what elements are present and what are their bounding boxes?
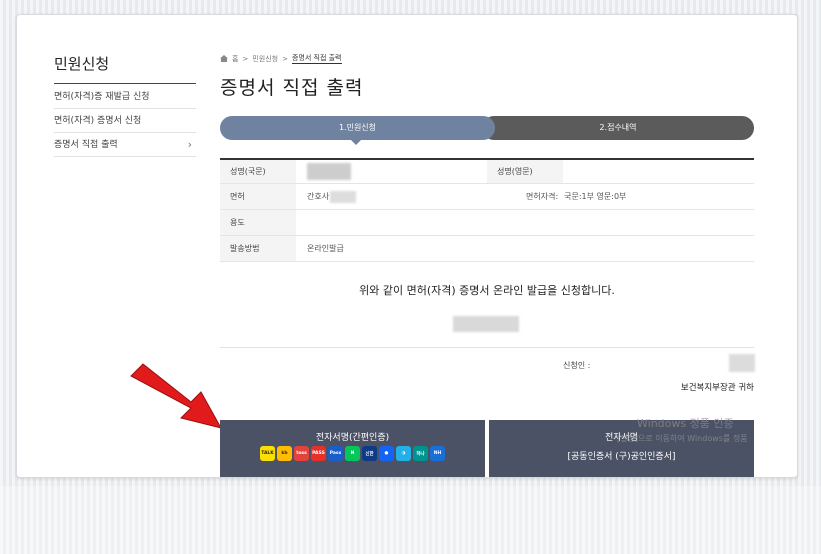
redacted-date [453,316,519,332]
table-row: 성명(국문) 성명(영문) [220,160,754,184]
name-kr-value [296,160,487,183]
auth-provider-icon[interactable]: ◑ [396,446,411,461]
page-title: 증명서 직접 출력 [220,77,364,99]
sidebar-item-direct-print[interactable]: 증명서 직접 출력 › [54,133,196,157]
redacted-applicant [729,354,755,372]
auth-provider-icon[interactable]: N [345,446,360,461]
auth-provider-icon[interactable]: 하나 [413,446,428,461]
application-info-table: 성명(국문) 성명(영문) 면허 간호사 면허자격: 국문:1부 영문:0부 용도… [220,158,754,262]
table-row: 면허 간호사 면허자격: 국문:1부 영문:0부 [220,184,754,210]
breadcrumb-separator: > [282,54,288,63]
name-en-label: 성명(영문) [487,160,563,183]
name-en-value [563,160,574,183]
sidebar-item-label: 면허(자격) 증명서 신청 [54,116,142,126]
redacted-license-number [330,190,357,203]
sidebar-title: 민원신청 [54,53,196,84]
auth-provider-icons: TALK kb toss PASS Pass N 신한 ● ◑ 하나 NH [220,446,485,461]
application-statement: 위와 같이 면허(자격) 증명서 온라인 발급을 신청합니다. [359,284,615,297]
table-row: 용도 [220,210,754,236]
sidebar-item-certificate-request[interactable]: 면허(자격) 증명서 신청 [54,109,196,133]
sidebar-menu: 면허(자격)증 재발급 신청 면허(자격) 증명서 신청 증명서 직접 출력 › [54,85,196,157]
qualification-value: 국문:1부 영문:0부 [564,192,627,201]
step-pointer [351,140,361,145]
certificate-sign-sublabel: [공동인증서 (구)공인인증서] [567,452,676,462]
home-icon[interactable] [220,55,228,62]
step-application: 1.민원신청 [220,116,495,140]
step-indicator: 2.접수내역 1.민원신청 [220,116,754,145]
auth-provider-icon[interactable]: PASS [311,446,326,461]
sidebar-item-label: 면허(자격)증 재발급 신청 [54,92,150,102]
table-row: 발송방법 온라인발급 [220,236,754,262]
auth-provider-icon[interactable]: toss [294,446,309,461]
addressee: 보건복지부장관 귀하 [680,383,754,393]
breadcrumb-current: 증명서 직접 출력 [291,54,342,64]
simple-auth-sign-button[interactable]: 전자서명(간편인증) TALK kb toss PASS Pass N 신한 ● ◑ 하나 NH [220,420,485,477]
auth-provider-icon[interactable]: ● [379,446,394,461]
applicant-label: 신청인 : [563,361,591,370]
license-label: 면허 [220,184,296,209]
redacted-name [307,163,351,180]
qualification-label: 면허자격: [526,192,559,201]
simple-auth-label: 전자서명(간편인증) [315,433,390,443]
purpose-label: 용도 [220,210,296,235]
breadcrumb-home[interactable]: 홈 [232,54,238,64]
breadcrumb-separator: > [242,54,249,63]
breadcrumb-level1[interactable]: 민원신청 [252,54,278,64]
footer-background [0,486,821,554]
auth-provider-icon[interactable]: NH [430,446,445,461]
purpose-value [296,210,307,235]
delivery-label: 발송방법 [220,236,296,261]
license-type: 간호사 [307,192,330,201]
sidebar-item-label: 증명서 직접 출력 [54,140,118,150]
windows-activation-watermark: Windows 정품 인증 [637,417,734,430]
breadcrumb: 홈 > 민원신청 > 증명서 직접 출력 [220,53,342,64]
delivery-value: 온라인발급 [307,244,344,253]
chevron-right-icon: › [187,138,192,151]
name-kr-label: 성명(국문) [220,160,296,183]
content-card: 민원신청 면허(자격)증 재발급 신청 면허(자격) 증명서 신청 증명서 직접… [16,14,798,478]
auth-provider-icon[interactable]: Pass [328,446,343,461]
auth-provider-icon[interactable]: 신한 [362,446,377,461]
qualification: 면허자격: 국문:1부 영문:0부 [506,184,626,209]
windows-activation-hint: [설정]으로 이동하여 Windows를 정품 [617,434,748,443]
sidebar-item-reissue[interactable]: 면허(자격)증 재발급 신청 [54,85,196,109]
step-received: 2.접수내역 [482,116,754,140]
auth-provider-icon[interactable]: TALK [260,446,275,461]
divider [220,347,754,348]
license-value: 간호사 [296,184,506,209]
auth-provider-icon[interactable]: kb [277,446,292,461]
